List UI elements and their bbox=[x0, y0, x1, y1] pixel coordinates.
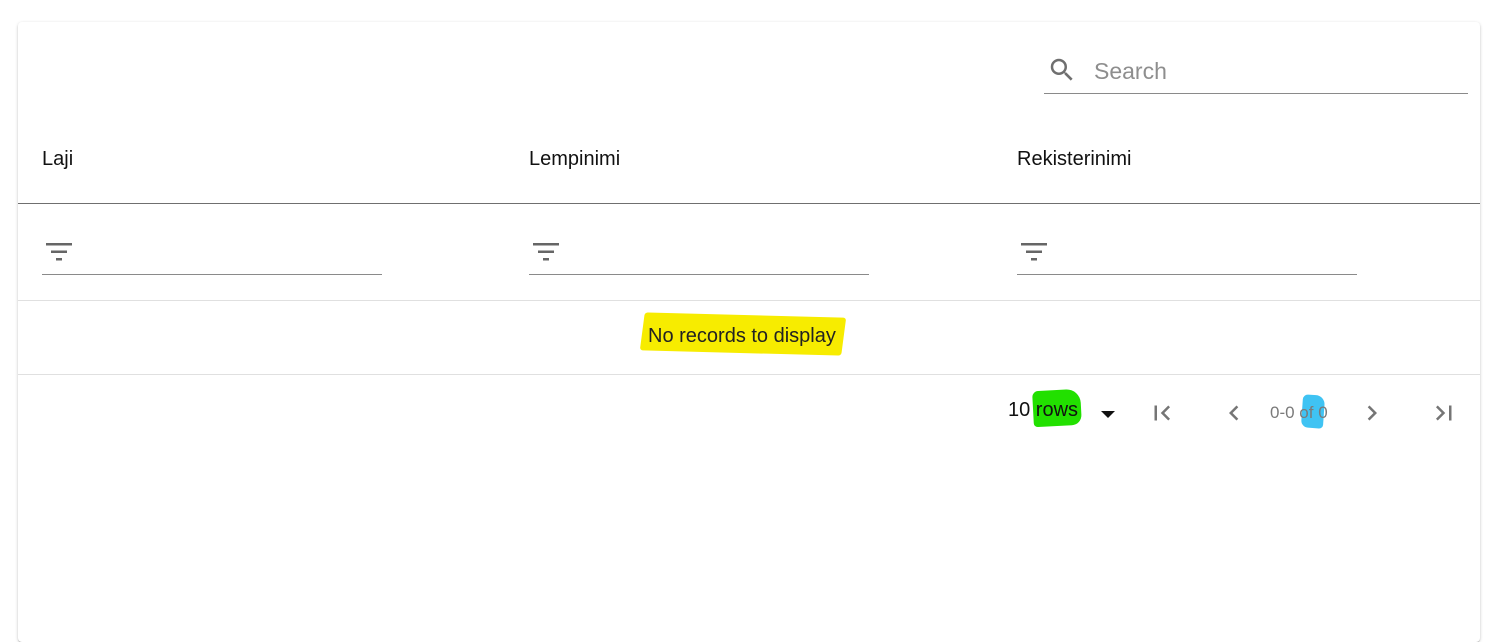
filter-list-icon bbox=[533, 243, 559, 261]
column-header-rekisterinimi[interactable]: Rekisterinimi bbox=[1017, 148, 1131, 171]
table-card: Laji Lempinimi Rekisterinimi bbox=[18, 22, 1480, 642]
empty-table-row: No records to display bbox=[18, 301, 1480, 375]
filter-list-icon bbox=[1021, 243, 1047, 261]
filter-input-rekisterinimi[interactable] bbox=[1017, 229, 1357, 275]
chevron-right-icon bbox=[1367, 405, 1377, 421]
filter-input-laji[interactable] bbox=[42, 229, 382, 275]
column-header-laji[interactable]: Laji bbox=[42, 148, 73, 171]
search-icon bbox=[1050, 58, 1073, 81]
search-input[interactable] bbox=[1092, 54, 1456, 88]
table-header-row: Laji Lempinimi Rekisterinimi bbox=[18, 130, 1480, 204]
last-page-button[interactable] bbox=[1424, 393, 1464, 433]
filter-list-icon bbox=[46, 243, 72, 261]
pagination-bar: 10 rows 0-0 of 0 bbox=[18, 375, 1480, 455]
last-page-icon bbox=[1435, 405, 1452, 421]
empty-message: No records to display bbox=[648, 325, 836, 347]
rows-per-page-select[interactable]: 10 rows bbox=[1008, 399, 1078, 422]
previous-page-button[interactable] bbox=[1214, 393, 1254, 433]
next-page-button[interactable] bbox=[1352, 393, 1392, 433]
filter-input-lempinimi[interactable] bbox=[529, 229, 869, 275]
chevron-left-icon bbox=[1229, 405, 1239, 421]
page-range-text: 0-0 of 0 bbox=[1270, 403, 1328, 422]
filter-row bbox=[18, 204, 1480, 301]
search-field[interactable] bbox=[1044, 52, 1468, 94]
first-page-button[interactable] bbox=[1142, 393, 1182, 433]
dropdown-arrow-icon[interactable] bbox=[1101, 411, 1115, 418]
column-header-lempinimi[interactable]: Lempinimi bbox=[529, 148, 620, 171]
first-page-icon bbox=[1154, 405, 1171, 421]
